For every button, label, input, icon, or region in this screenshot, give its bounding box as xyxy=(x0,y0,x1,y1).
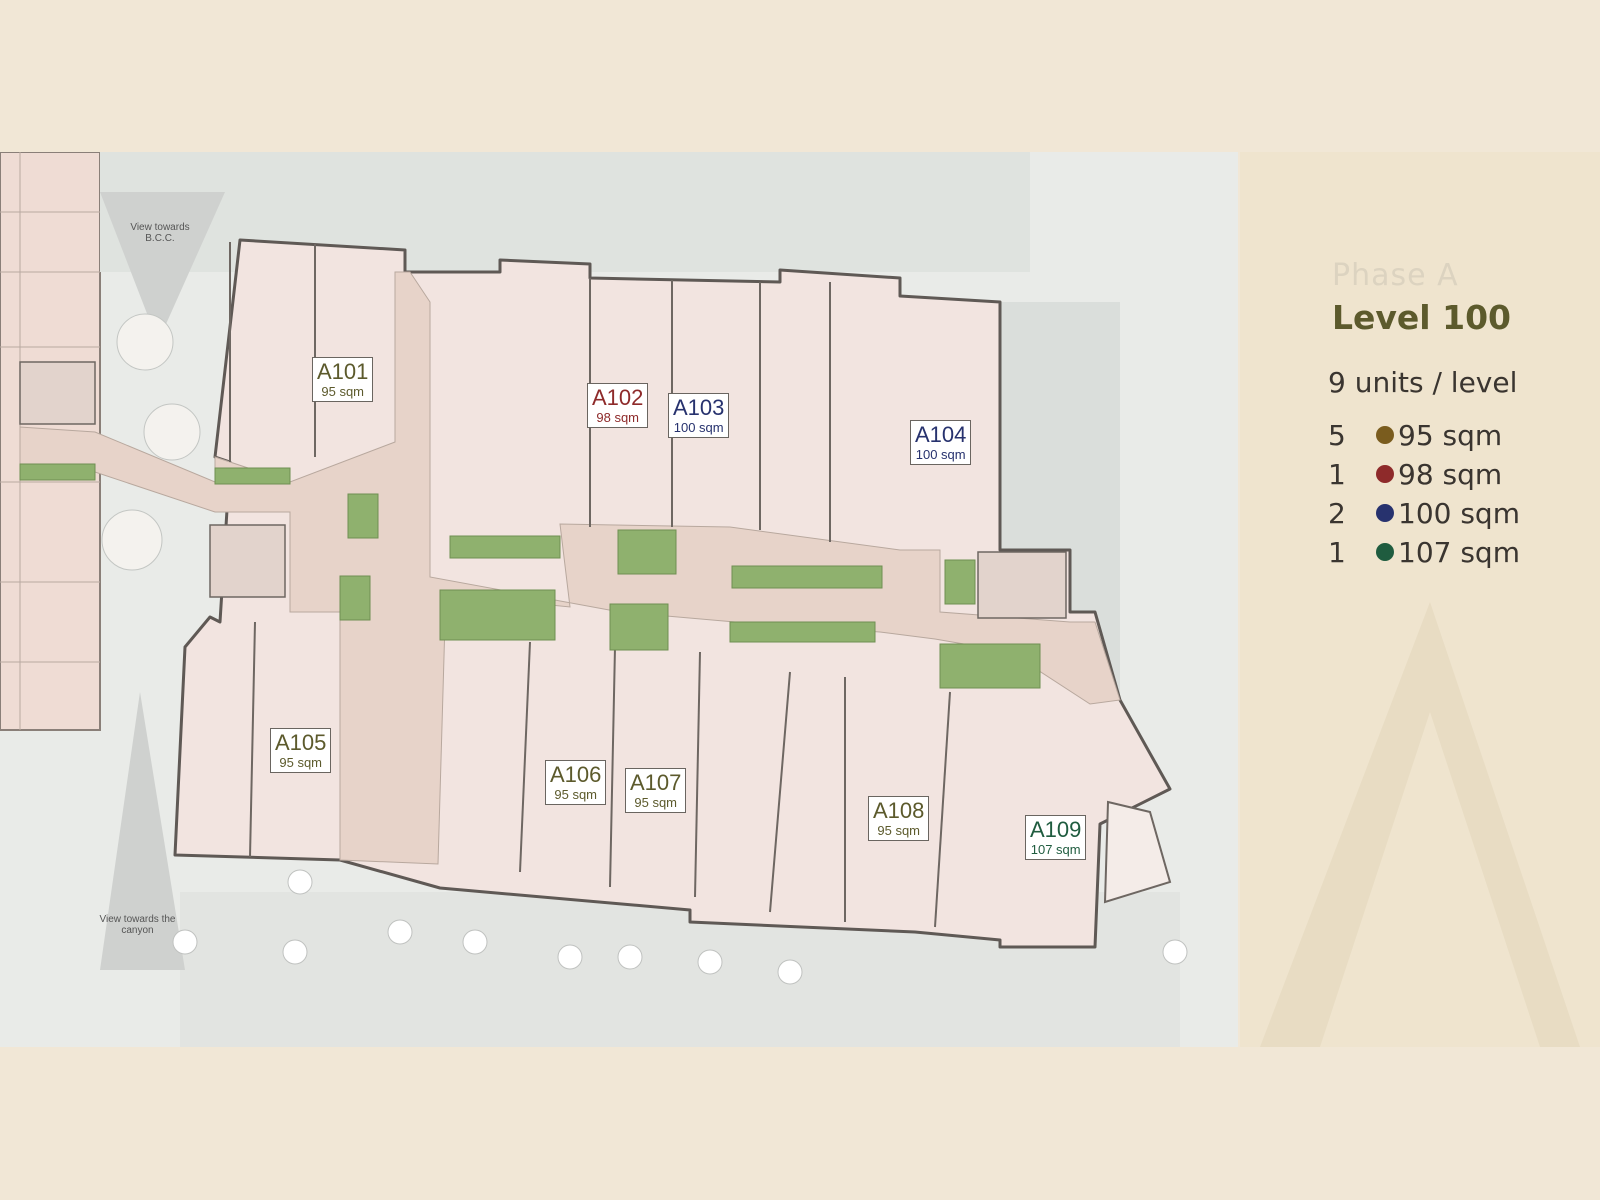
unit-code: A102 xyxy=(592,385,644,410)
unit-label-a104: A104 100 sqm xyxy=(910,420,972,465)
unit-code: A107 xyxy=(630,770,682,795)
unit-code: A109 xyxy=(1030,817,1082,842)
unit-code: A105 xyxy=(275,730,327,755)
unit-label-a106: A106 95 sqm xyxy=(545,760,607,805)
unit-label-a107: A107 95 sqm xyxy=(625,768,687,813)
legend-row: 1 98 sqm xyxy=(1328,457,1502,493)
legend-count: 1 xyxy=(1328,536,1346,569)
unit-area: 95 sqm xyxy=(554,787,598,802)
unit-area: 95 sqm xyxy=(279,755,323,770)
unit-area: 95 sqm xyxy=(877,823,921,838)
legend-area: 100 sqm xyxy=(1398,497,1520,530)
legend-area: 107 sqm xyxy=(1398,536,1520,569)
plan-panel: View towards B.C.C. View towards the can… xyxy=(0,151,1238,1047)
unit-area: 100 sqm xyxy=(915,447,966,462)
legend-dot-icon xyxy=(1376,426,1394,444)
phase-label: Phase A xyxy=(1332,258,1459,293)
unit-code: A108 xyxy=(873,798,925,823)
legend-count: 1 xyxy=(1328,458,1346,491)
unit-label-a102: A102 98 sqm xyxy=(587,383,649,428)
unit-area: 98 sqm xyxy=(596,410,640,425)
legend-row: 1 107 sqm xyxy=(1328,535,1520,571)
unit-code: A106 xyxy=(550,762,602,787)
unit-area: 95 sqm xyxy=(634,795,678,810)
floor-plan-drawing xyxy=(0,151,1188,1047)
unit-code: A103 xyxy=(673,395,725,420)
unit-label-a109: A109 107 sqm xyxy=(1025,815,1087,860)
level-title: Level 100 xyxy=(1332,298,1511,337)
unit-code: A104 xyxy=(915,422,967,447)
unit-code: A101 xyxy=(317,359,369,384)
view-note-canyon: View towards the canyon xyxy=(99,914,176,936)
unit-label-a101: A101 95 sqm xyxy=(312,357,374,402)
unit-label-a108: A108 95 sqm xyxy=(868,796,930,841)
unit-label-a105: A105 95 sqm xyxy=(270,728,332,773)
legend-row: 5 95 sqm xyxy=(1328,418,1502,454)
legend-count: 5 xyxy=(1328,419,1346,452)
legend-dot-icon xyxy=(1376,465,1394,483)
view-note-bcc: View towards B.C.C. xyxy=(130,222,190,244)
units-per-level: 9 units / level xyxy=(1328,366,1518,399)
unit-area: 107 sqm xyxy=(1030,842,1081,857)
legend-dot-icon xyxy=(1376,543,1394,561)
unit-area: 100 sqm xyxy=(673,420,724,435)
unit-label-a103: A103 100 sqm xyxy=(668,393,730,438)
legend-area: 95 sqm xyxy=(1398,419,1503,452)
legend-dot-icon xyxy=(1376,504,1394,522)
floor-plan-sheet: View towards B.C.C. View towards the can… xyxy=(0,0,1600,1200)
legend-row: 2 100 sqm xyxy=(1328,496,1520,532)
legend-count: 2 xyxy=(1328,497,1346,530)
unit-area: 95 sqm xyxy=(321,384,365,399)
legend-area: 98 sqm xyxy=(1398,458,1503,491)
